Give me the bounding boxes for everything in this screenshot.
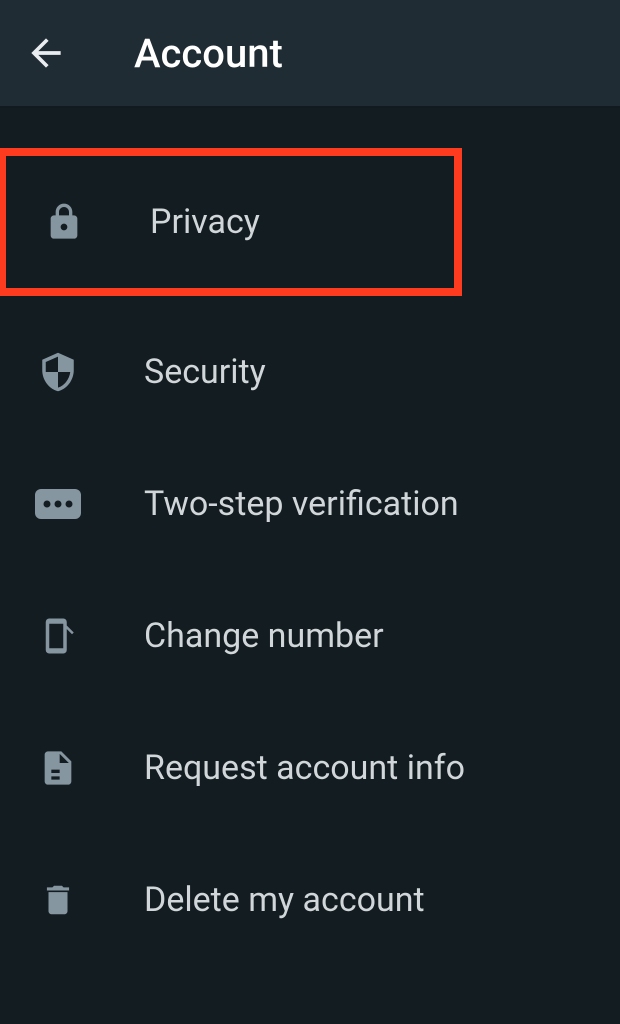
- trash-icon: [30, 876, 86, 924]
- list-item-label: Delete my account: [144, 880, 425, 920]
- document-icon: [30, 743, 86, 793]
- list-item-privacy[interactable]: Privacy: [0, 148, 462, 296]
- arrow-left-icon: [24, 31, 68, 75]
- list-item-two-step[interactable]: Two-step verification: [0, 438, 620, 570]
- settings-list: Privacy Security Two-step verification: [0, 108, 620, 966]
- list-item-delete-account[interactable]: Delete my account: [0, 834, 620, 966]
- phone-change-icon: [30, 609, 86, 663]
- header: Account: [0, 0, 620, 108]
- list-item-label: Request account info: [144, 748, 465, 788]
- list-item-label: Privacy: [150, 202, 260, 242]
- list-item-security[interactable]: Security: [0, 306, 620, 438]
- dots-icon: [30, 489, 86, 519]
- back-button[interactable]: [18, 25, 74, 81]
- list-item-label: Change number: [144, 616, 384, 656]
- lock-icon: [36, 198, 92, 246]
- list-item-label: Security: [144, 352, 266, 392]
- list-item-label: Two-step verification: [144, 484, 459, 524]
- page-title: Account: [134, 30, 283, 77]
- list-item-request-info[interactable]: Request account info: [0, 702, 620, 834]
- list-item-change-number[interactable]: Change number: [0, 570, 620, 702]
- shield-icon: [30, 347, 86, 397]
